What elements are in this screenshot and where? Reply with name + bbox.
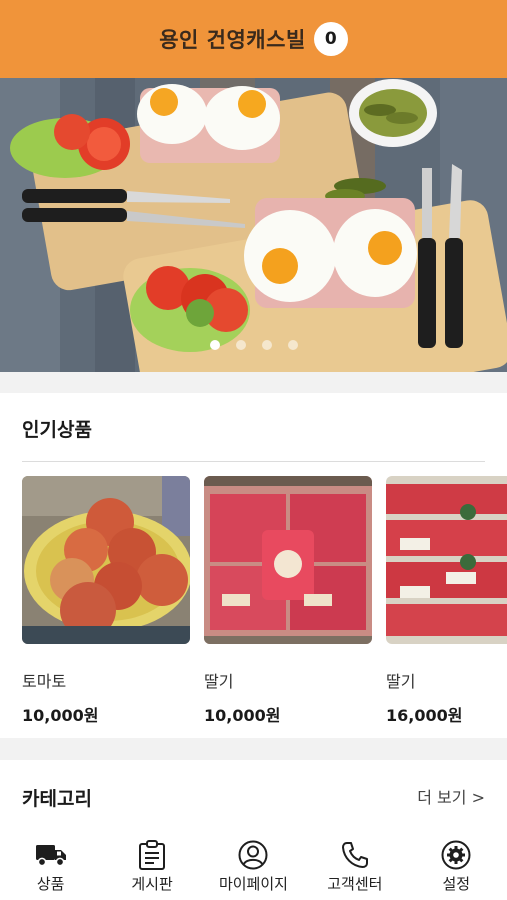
product-card[interactable]: 딸기 16,000원 (386, 476, 507, 726)
product-price: 10,000원 (22, 706, 99, 725)
slide-dot[interactable] (235, 340, 246, 350)
user-icon (237, 840, 269, 870)
nav-label: 상품 (36, 875, 65, 893)
nav-item-products[interactable]: 상품 (3, 840, 99, 894)
store-title: 용인 건영캐스빌 (159, 28, 306, 52)
banner-slider[interactable] (0, 78, 507, 372)
nav-label: 마이페이지 (218, 875, 288, 893)
truck-icon (35, 840, 67, 870)
bottom-navigation: 상품 게시판 마이페이지 고객센터 설정 (0, 830, 507, 900)
nav-item-board[interactable]: 게시판 (104, 840, 200, 894)
product-name: 딸기 (386, 672, 416, 691)
banner-image (0, 78, 507, 372)
nav-item-mypage[interactable]: 마이페이지 (205, 840, 301, 894)
category-section: 카테고리 더 보기 > (0, 760, 507, 830)
product-name: 딸기 (204, 672, 234, 691)
product-carousel[interactable]: 토마토 10,000원 딸기 10,000원 딸기 16,000원 (22, 476, 507, 726)
category-section-title: 카테고리 (22, 788, 92, 810)
slide-dot[interactable] (209, 340, 220, 350)
app-header: 용인 건영캐스빌 0 (0, 0, 507, 78)
slide-dot[interactable] (287, 340, 298, 350)
gear-icon (440, 840, 472, 870)
popular-products-section: 인기상품 토마토 10,000원 딸기 10,000원 딸기 16,000원 (0, 393, 507, 738)
nav-label: 게시판 (131, 875, 173, 893)
product-price: 10,000원 (204, 706, 281, 725)
slide-indicators[interactable] (0, 340, 507, 350)
see-more-link[interactable]: 더 보기 > (417, 784, 485, 808)
product-image[interactable] (204, 476, 372, 644)
nav-item-support[interactable]: 고객센터 (307, 840, 403, 894)
phone-icon (339, 840, 371, 870)
product-card[interactable]: 딸기 10,000원 (204, 476, 372, 726)
popular-section-title: 인기상품 (22, 419, 92, 441)
nav-label: 설정 (442, 875, 471, 893)
product-name: 토마토 (22, 672, 67, 691)
product-image[interactable] (386, 476, 507, 644)
product-image[interactable] (22, 476, 190, 644)
product-price: 16,000원 (386, 706, 463, 725)
clipboard-icon (136, 840, 168, 870)
nav-item-settings[interactable]: 설정 (408, 840, 504, 894)
nav-label: 고객센터 (327, 875, 383, 893)
product-card[interactable]: 토마토 10,000원 (22, 476, 190, 726)
slide-dot[interactable] (261, 340, 272, 350)
section-divider (22, 461, 485, 462)
cart-count-badge[interactable]: 0 (313, 22, 348, 56)
app-root: 용인 건영캐스빌 0 인기상품 토마토 10,000원 딸기 10,000원 딸… (0, 0, 507, 900)
